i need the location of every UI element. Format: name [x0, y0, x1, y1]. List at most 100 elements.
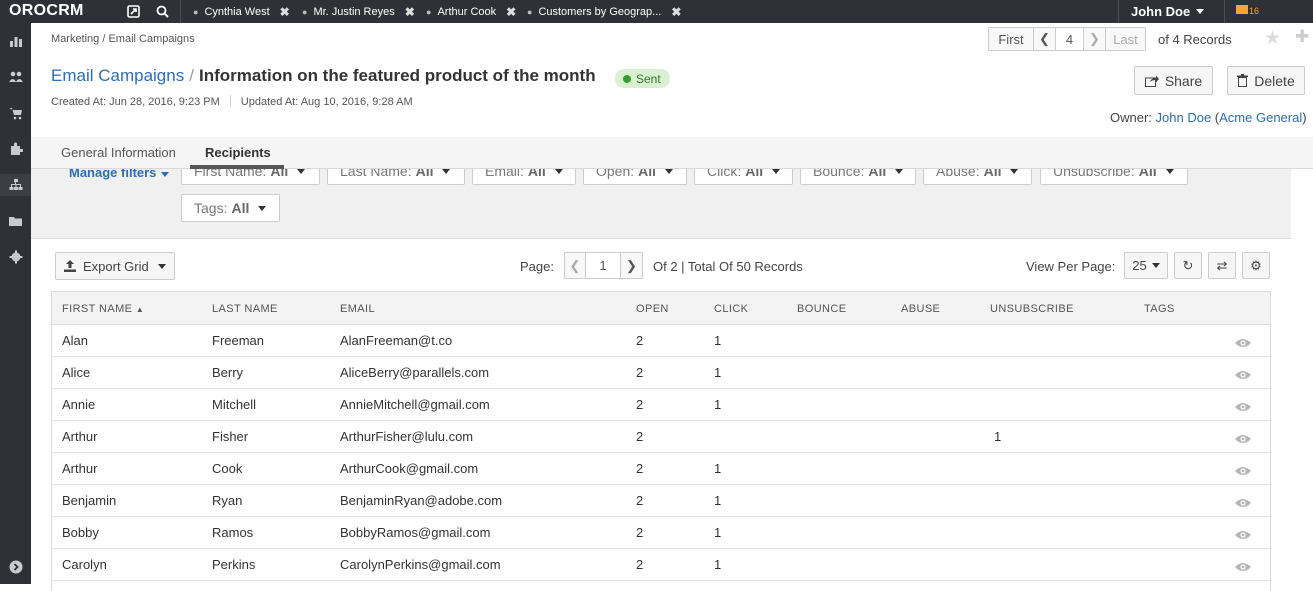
star-icon[interactable]: ★: [1264, 27, 1281, 50]
col-email[interactable]: EMAIL: [340, 303, 375, 315]
table-row[interactable]: Annie Mitchell AnnieMitchell@gmail.com 2 1: [52, 389, 1270, 421]
view-eye-icon[interactable]: [1235, 335, 1251, 347]
next-record-icon[interactable]: ❯: [1084, 27, 1106, 51]
tab-recipients[interactable]: Recipients: [205, 145, 271, 160]
filter-tags[interactable]: Tags: All: [181, 194, 280, 222]
col-tags[interactable]: TAGS: [1144, 303, 1175, 315]
first-record-button[interactable]: First: [988, 27, 1034, 51]
parent-link[interactable]: Email Campaigns: [51, 66, 184, 85]
cell-first: Carolyn: [62, 557, 107, 572]
recipients-grid: FIRST NAME ▲ LAST NAME EMAIL OPEN CLICK …: [51, 291, 1271, 591]
prev-record-icon[interactable]: ❮: [1034, 27, 1056, 51]
owner-link[interactable]: John Doe: [1156, 110, 1212, 125]
customers-icon[interactable]: [0, 66, 31, 88]
main-sidebar: [0, 23, 31, 584]
close-icon[interactable]: ✖: [506, 5, 516, 19]
col-bounce[interactable]: BOUNCE: [797, 303, 846, 315]
col-open[interactable]: OPEN: [636, 303, 669, 315]
refresh-icon[interactable]: ↻: [1174, 252, 1202, 279]
view-eye-icon[interactable]: [1235, 559, 1251, 571]
shortcuts-icon[interactable]: [118, 0, 148, 23]
delete-button[interactable]: Delete: [1227, 66, 1305, 95]
cell-click: 1: [714, 333, 722, 348]
col-last-name[interactable]: LAST NAME: [212, 303, 278, 315]
user-menu[interactable]: John Doe: [1131, 0, 1205, 23]
pinned-tab[interactable]: ● Mr. Justin Reyes ✖: [297, 0, 421, 23]
filter-abuse[interactable]: Abuse: All: [923, 169, 1032, 185]
mail-count: 16: [1249, 6, 1260, 16]
table-row[interactable]: Bobby Ramos BobbyRamos@gmail.com 2 1: [52, 517, 1270, 549]
view-eye-icon[interactable]: [1235, 495, 1251, 507]
filter-click[interactable]: Click: All: [694, 169, 793, 185]
trash-icon: [1237, 74, 1249, 87]
cell-last: Ryan: [212, 493, 243, 508]
table-row[interactable]: Arthur Cook ArthurCook@gmail.com 2 1: [52, 453, 1270, 485]
view-eye-icon[interactable]: [1235, 431, 1251, 443]
page-input[interactable]: 1: [585, 252, 621, 279]
table-row[interactable]: Arthur Fisher ArthurFisher@lulu.com 2 1: [52, 421, 1270, 453]
total-records: Of 2 | Total Of 50 Records: [653, 259, 803, 274]
per-page-select[interactable]: 25: [1124, 252, 1168, 279]
cell-click: 1: [714, 557, 722, 572]
cell-last: Ramos: [212, 525, 254, 540]
col-first-name[interactable]: FIRST NAME ▲: [62, 303, 144, 315]
filter-bounce[interactable]: Bounce: All: [800, 169, 916, 185]
close-icon[interactable]: ✖: [280, 5, 290, 19]
marketing-icon[interactable]: [0, 174, 31, 196]
close-icon[interactable]: ✖: [405, 5, 415, 19]
filter-open[interactable]: Open: All: [583, 169, 687, 185]
grid-settings-icon[interactable]: ⚙: [1242, 252, 1270, 279]
view-per-page-label: View Per Page:: [1026, 259, 1116, 274]
table-row[interactable]: Alice Berry AliceBerry@parallels.com 2 1: [52, 357, 1270, 389]
close-icon[interactable]: ✖: [671, 5, 681, 19]
pinned-tab[interactable]: ● Cynthia West ✖: [188, 0, 297, 23]
cell-email: ArthurCook@gmail.com: [340, 461, 479, 476]
manage-filters-button[interactable]: Manage filters: [69, 169, 170, 180]
pin-icon[interactable]: ✚: [1295, 27, 1309, 47]
tab-general-information[interactable]: General Information: [61, 145, 176, 160]
last-record-button[interactable]: Last: [1106, 27, 1146, 51]
main-content: Marketing / Email Campaigns First ❮ 4 ❯ …: [31, 23, 1313, 591]
pinned-tab[interactable]: ● Arthur Cook ✖: [421, 0, 522, 23]
view-eye-icon[interactable]: [1235, 399, 1251, 411]
owner-org-link[interactable]: Acme General: [1219, 110, 1302, 125]
app-logo[interactable]: OROCRM: [9, 2, 84, 20]
search-icon[interactable]: [147, 0, 177, 23]
table-row[interactable]: Carolyn Perkins CarolynPerkins@gmail.com 2 1: [52, 549, 1270, 581]
cell-email: CarolynPerkins@gmail.com: [340, 557, 501, 572]
filter-first-name[interactable]: First Name: All: [181, 169, 320, 185]
col-abuse[interactable]: ABUSE: [901, 303, 940, 315]
mail-icon[interactable]: [1236, 5, 1248, 14]
expand-sidebar-icon[interactable]: [0, 556, 31, 578]
view-eye-icon[interactable]: [1235, 463, 1251, 475]
col-unsubscribe[interactable]: UNSUBSCRIBE: [990, 303, 1074, 315]
cart-icon[interactable]: [0, 102, 31, 124]
filter-bar: Manage filters First Name: All Last Name:…: [31, 169, 1291, 239]
cell-open: 2: [636, 333, 644, 348]
share-button[interactable]: Share: [1134, 66, 1213, 95]
next-page-icon[interactable]: ❯: [620, 252, 643, 279]
cell-email: ArthurFisher@lulu.com: [340, 429, 474, 444]
gear-icon[interactable]: [0, 246, 31, 268]
cell-open: 2: [636, 429, 644, 444]
table-row[interactable]: Benjamin Ryan BenjaminRyan@adobe.com 2 1: [52, 485, 1270, 517]
filter-last-name[interactable]: Last Name: All: [327, 169, 465, 185]
view-eye-icon[interactable]: [1235, 367, 1251, 379]
puzzle-icon[interactable]: [0, 138, 31, 160]
reset-icon[interactable]: ⇄: [1208, 252, 1236, 279]
export-grid-button[interactable]: Export Grid: [55, 252, 175, 280]
breadcrumb: Marketing / Email Campaigns: [51, 33, 195, 45]
top-navbar: OROCRM ● Cynthia West ✖ ● Mr. Justin Reyes ✖…: [0, 0, 1313, 23]
folder-icon[interactable]: [0, 210, 31, 232]
page-title: Email Campaigns / Information on the featu…: [51, 66, 596, 85]
filter-unsubscribe[interactable]: Unsubscribe: All: [1040, 169, 1188, 185]
record-count: of 4 Records: [1158, 31, 1232, 47]
view-eye-icon[interactable]: [1235, 527, 1251, 539]
table-row[interactable]: Alan Freeman AlanFreeman@t.co 2 1: [52, 325, 1270, 357]
dashboard-icon[interactable]: [0, 30, 31, 52]
col-click[interactable]: CLICK: [714, 303, 748, 315]
prev-page-icon[interactable]: ❮: [564, 252, 586, 279]
pinned-tab[interactable]: ● Customers by Geograp... ✖: [522, 0, 694, 23]
filter-email[interactable]: Email: All: [472, 169, 576, 185]
cell-click: 1: [714, 461, 722, 476]
